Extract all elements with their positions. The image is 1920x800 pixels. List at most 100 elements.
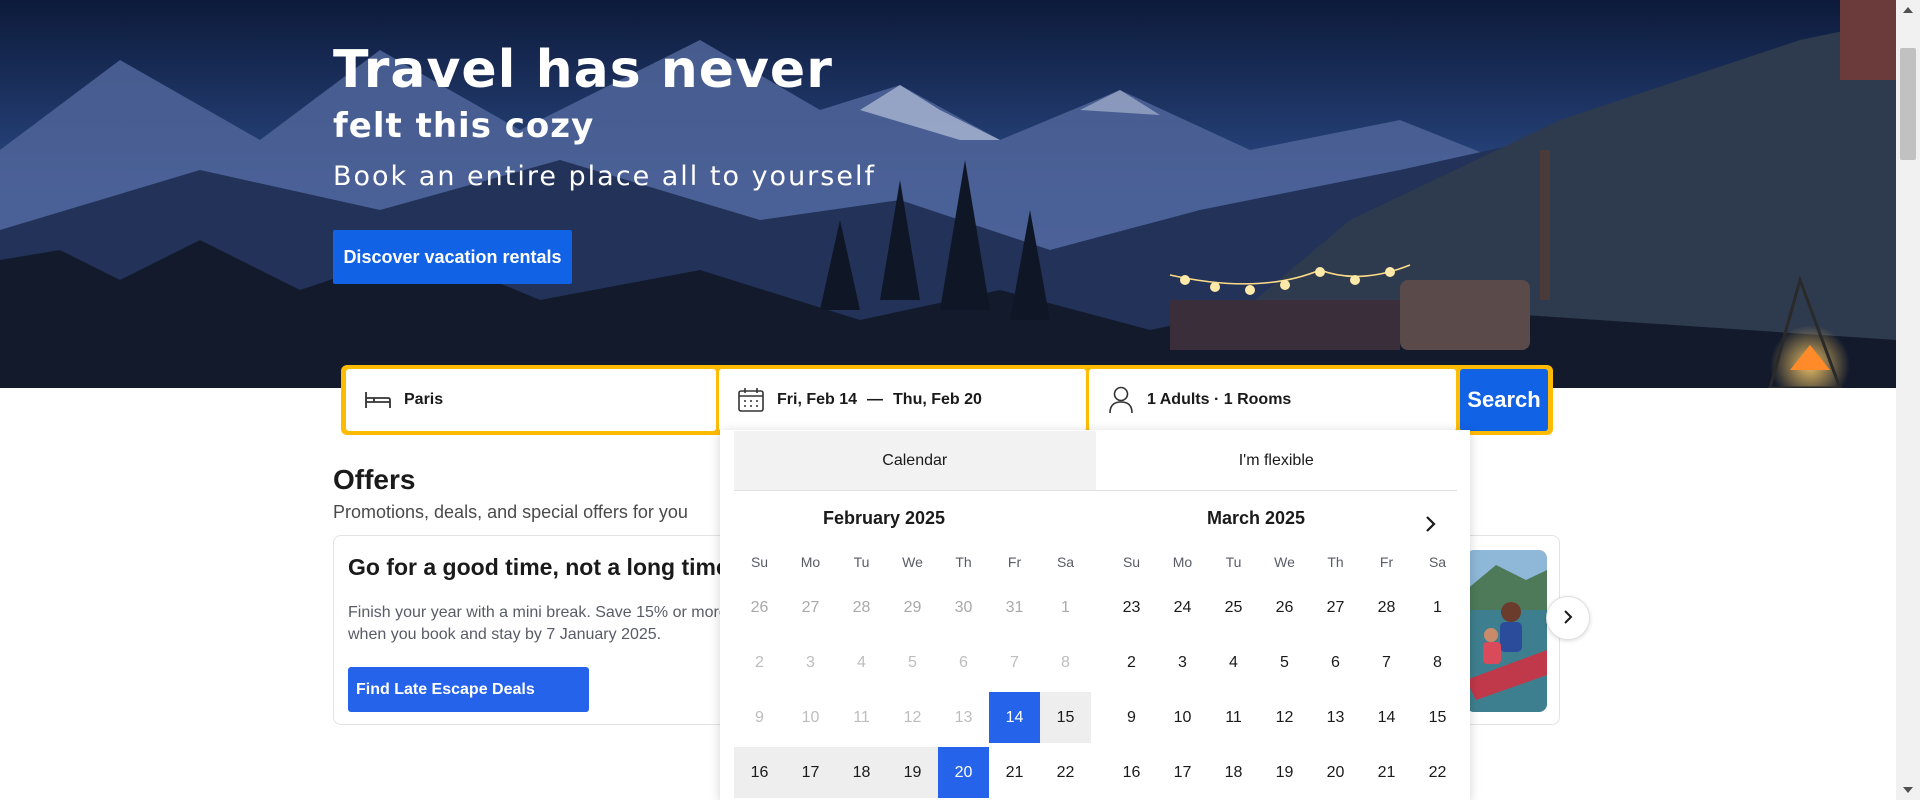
tab-calendar[interactable]: Calendar [734, 431, 1096, 490]
weekday-header: Su [1122, 554, 1141, 570]
chevron-right-icon [1561, 609, 1575, 627]
calendar-icon [737, 386, 765, 414]
weekday-header: Tu [853, 554, 870, 570]
scrollbar-thumb[interactable] [1900, 48, 1916, 160]
person-icon [1107, 385, 1135, 415]
calendar-day: 9 [755, 708, 764, 726]
calendar-day[interactable]: 18 [1208, 747, 1259, 798]
weekday-header: Fr [1379, 554, 1394, 570]
calendar-day[interactable]: 26 [1259, 582, 1310, 633]
scroll-down-arrow-icon[interactable] [1896, 780, 1920, 800]
calendar-day: 6 [959, 653, 968, 671]
guests-rooms-field[interactable]: 1 Adults · 1 Rooms [1089, 369, 1456, 431]
calendar-day[interactable]: 28 [1361, 582, 1412, 633]
search-button[interactable]: Search [1460, 369, 1548, 431]
calendar-day[interactable]: 21 [1361, 747, 1412, 798]
calendar-day[interactable]: 4 [1208, 637, 1259, 688]
calendar-day[interactable]: 13 [1310, 692, 1361, 743]
calendar-day: 8 [1061, 653, 1070, 671]
weekday-header: Tu [1225, 554, 1242, 570]
calendar-day[interactable]: 27 [1310, 582, 1361, 633]
calendar-day-selected[interactable]: 20 [938, 747, 989, 798]
calendar-day[interactable]: 21 [989, 747, 1040, 798]
weekday-header: Sa [1428, 554, 1447, 570]
calendar-day[interactable]: 24 [1157, 582, 1208, 633]
weekday-header: Sa [1056, 554, 1075, 570]
calendar-day[interactable]: 19 [887, 747, 938, 798]
date-picker-tabs: Calendar I'm flexible [734, 431, 1457, 491]
weekday-header: We [1274, 554, 1295, 570]
calendar-day[interactable]: 23 [1106, 582, 1157, 633]
destination-value: Paris [404, 391, 444, 408]
calendar-day[interactable]: 14 [1361, 692, 1412, 743]
calendar-day[interactable]: 6 [1310, 637, 1361, 688]
calendar-day[interactable]: 7 [1361, 637, 1412, 688]
calendar-day: 10 [801, 708, 820, 726]
offer-image [1466, 550, 1547, 712]
date-separator: — [867, 391, 884, 408]
calendar-day[interactable]: 1 [1412, 582, 1463, 633]
discover-vacation-rentals-button[interactable]: Discover vacation rentals [333, 230, 572, 284]
calendar-day[interactable]: 15 [1040, 692, 1091, 743]
hero-subtitle: felt this cozy [333, 106, 595, 146]
date-range-field[interactable]: Fri, Feb 14 — Thu, Feb 20 [719, 369, 1086, 431]
weekday-header: Su [750, 554, 769, 570]
destination-field[interactable]: Paris [346, 369, 716, 431]
calendar-day: 12 [903, 708, 922, 726]
weekday-header: Th [1327, 554, 1344, 570]
calendar-day: 30 [954, 598, 973, 616]
calendar-day[interactable]: 16 [734, 747, 785, 798]
calendar-day[interactable]: 12 [1259, 692, 1310, 743]
calendar-day: 13 [954, 708, 973, 726]
weekday-header: Th [955, 554, 972, 570]
calendar-day: 5 [908, 653, 917, 671]
calendar-day[interactable]: 17 [1157, 747, 1208, 798]
next-month-button[interactable] [1416, 510, 1446, 540]
calendar-day: 4 [857, 653, 866, 671]
calendar-day[interactable]: 8 [1412, 637, 1463, 688]
calendar-grid-march: Su Mo Tu We Th Fr Sa 23 24 25 26 27 28 1 2 3 4 5 6 7 8 9 10 11 1… [1106, 542, 1463, 800]
offer-heading: Go for a good time, not a long time [348, 554, 729, 580]
weekday-header: We [902, 554, 923, 570]
calendar-day[interactable]: 22 [1412, 747, 1463, 798]
find-late-escape-deals-button[interactable]: Find Late Escape Deals [348, 667, 589, 712]
calendar-day: 29 [903, 598, 922, 616]
calendar-day: 27 [801, 598, 820, 616]
month-title-march: March 2025 [1206, 508, 1306, 528]
calendar-day[interactable]: 25 [1208, 582, 1259, 633]
calendar-day[interactable]: 2 [1106, 637, 1157, 688]
bed-icon [364, 388, 392, 412]
calendar-day[interactable]: 15 [1412, 692, 1463, 743]
scroll-up-arrow-icon[interactable] [1896, 0, 1920, 20]
calendar-day[interactable]: 16 [1106, 747, 1157, 798]
calendar-day: 28 [852, 598, 871, 616]
calendar-day[interactable]: 22 [1040, 747, 1091, 798]
calendar-day: 7 [1010, 653, 1019, 671]
tab-flexible[interactable]: I'm flexible [1096, 431, 1458, 490]
calendar-day[interactable]: 19 [1259, 747, 1310, 798]
calendar-day[interactable]: 11 [1208, 692, 1259, 743]
hero-banner: Travel has never felt this cozy Book an … [0, 0, 1896, 388]
month-title-february: February 2025 [822, 508, 946, 528]
calendar-day: 11 [853, 708, 870, 726]
checkout-date: Thu, Feb 20 [893, 391, 982, 408]
offers-subtitle: Promotions, deals, and special offers fo… [333, 502, 688, 522]
offers-next-button[interactable] [1546, 596, 1590, 640]
calendar-day[interactable]: 3 [1157, 637, 1208, 688]
calendar-day[interactable]: 9 [1106, 692, 1157, 743]
hero-background-image [0, 0, 1896, 388]
calendar-day[interactable]: 10 [1157, 692, 1208, 743]
calendar-grid-february: Su Mo Tu We Th Fr Sa 26 27 28 29 30 31 1 2 3 4 5 6 7 8 9 10 11 1… [734, 542, 1091, 800]
calendar-day-selected[interactable]: 14 [989, 692, 1040, 743]
calendar-day: 26 [750, 598, 769, 616]
weekday-header: Fr [1007, 554, 1022, 570]
hero-title: Travel has never [333, 40, 833, 100]
calendar-day[interactable]: 20 [1310, 747, 1361, 798]
calendar-day[interactable]: 18 [836, 747, 887, 798]
calendar-day: 2 [755, 653, 764, 671]
page-scrollbar[interactable] [1896, 0, 1920, 800]
checkin-date: Fri, Feb 14 [777, 391, 858, 408]
calendar-day: 3 [806, 653, 815, 671]
calendar-day[interactable]: 17 [785, 747, 836, 798]
calendar-day[interactable]: 5 [1259, 637, 1310, 688]
